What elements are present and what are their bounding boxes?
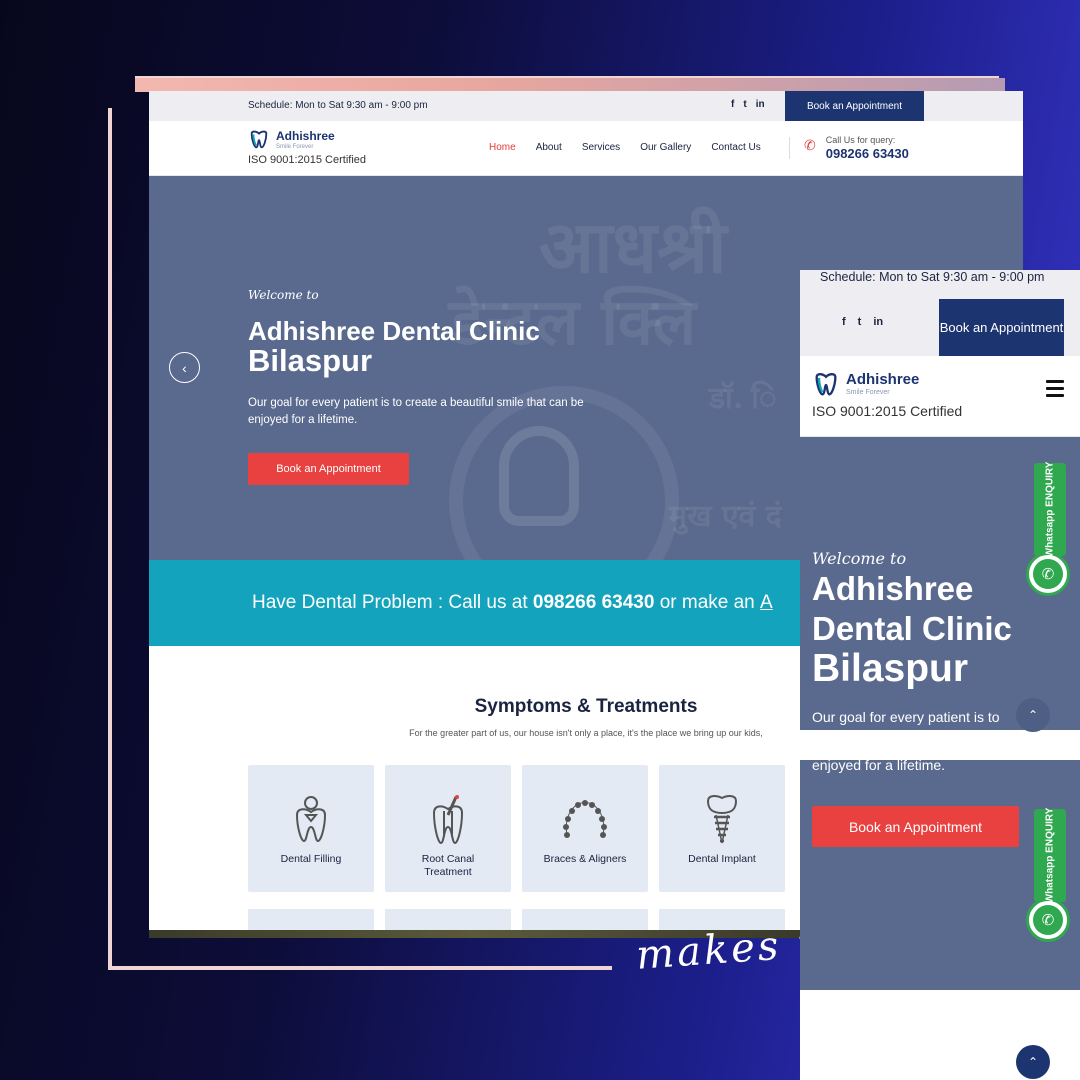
mobile-social-links: f t in xyxy=(842,316,883,328)
brand-tagline: Smile Forever xyxy=(276,144,314,150)
mobile-hero-book-appointment-button[interactable]: Book an Appointment xyxy=(812,806,1019,847)
hero-welcome: Welcome to xyxy=(248,288,319,302)
hero-title: Adhishree Dental Clinic Bilaspur xyxy=(248,316,748,376)
mobile-hero-title-line1: Adhishree Dental Clinic xyxy=(812,570,1012,647)
book-appointment-button[interactable]: Book an Appointment xyxy=(785,91,924,121)
mobile-certification-text: ISO 9001:2015 Certified xyxy=(812,403,963,419)
braces-icon xyxy=(563,800,607,838)
mobile-header: Adhishree Smile Forever ISO 9001:2015 Ce… xyxy=(800,356,1080,437)
call-phone-number[interactable]: 098266 63430 xyxy=(826,146,909,161)
schedule-text: Schedule: Mon to Sat 9:30 am - 9:00 pm xyxy=(248,100,428,111)
brand-name: Adhishree xyxy=(276,129,335,143)
mobile-screenshot-gap xyxy=(800,730,1080,760)
whatsapp-icon[interactable]: ✆ xyxy=(1026,552,1070,596)
banner-appointment-link[interactable]: A xyxy=(760,592,773,614)
nav-contact[interactable]: Contact Us xyxy=(711,142,760,153)
scroll-to-top-icon[interactable]: ⌃ xyxy=(1016,698,1050,732)
whatsapp-enquiry-tab[interactable]: Whatsapp ENQUIRY xyxy=(1034,461,1066,558)
twitter-icon[interactable]: t xyxy=(743,99,746,110)
hero-bg-tooth-icon xyxy=(499,426,579,526)
tooth-logo-icon xyxy=(250,130,268,149)
treatment-cards-row2 xyxy=(248,909,785,930)
implant-icon xyxy=(706,795,738,844)
hero-bg-signboard-text: मुख एवं दं xyxy=(669,499,782,534)
mobile-top-bar: Schedule: Mon to Sat 9:30 am - 9:00 pm f… xyxy=(800,270,1080,356)
treatment-card[interactable]: Dental Filling xyxy=(248,765,374,892)
main-nav: Home About Services Our Gallery Contact … xyxy=(489,142,761,153)
nav-divider xyxy=(789,137,790,159)
treatment-cards: Dental Filling Root Canal Treatment Brac… xyxy=(248,765,785,892)
treatment-card[interactable]: Root Canal Treatment xyxy=(385,765,511,892)
frame-line-left xyxy=(108,108,112,970)
treatment-label: Dental Filling xyxy=(280,853,342,865)
mobile-hero-title-line2: Bilaspur xyxy=(812,647,969,690)
treatment-label: Braces & Aligners xyxy=(543,853,627,865)
hero-bg-signboard-text: डॉ. ि xyxy=(709,381,777,416)
twitter-icon[interactable]: t xyxy=(858,316,862,328)
whatsapp-enquiry-tab[interactable]: Whatsapp ENQUIRY xyxy=(1034,807,1066,904)
facebook-icon[interactable]: f xyxy=(731,99,734,110)
hamburger-menu-icon[interactable] xyxy=(1046,380,1064,397)
treatment-card-partial[interactable] xyxy=(248,909,374,930)
mobile-book-appointment-button[interactable]: Book an Appointment xyxy=(939,299,1064,356)
mobile-brand-name: Adhishree xyxy=(846,371,920,388)
call-info[interactable]: ✆ Call Us for query: 098266 63430 xyxy=(804,135,909,161)
treatment-card-partial[interactable] xyxy=(659,909,785,930)
hero-title-line2: Bilaspur xyxy=(248,343,373,378)
mobile-hero-description-cont: enjoyed for a lifetime. xyxy=(812,757,946,773)
mobile-logo[interactable]: Adhishree Smile Forever xyxy=(812,371,919,399)
banner-suffix: or make an xyxy=(654,592,761,613)
nav-about[interactable]: About xyxy=(536,142,562,153)
treatment-card-partial[interactable] xyxy=(385,909,511,930)
frame-line-bottom xyxy=(108,966,612,970)
whatsapp-icon[interactable]: ✆ xyxy=(1026,898,1070,942)
treatment-label: Root Canal Treatment xyxy=(421,853,475,878)
hero-description: Our goal for every patient is to create … xyxy=(248,397,584,426)
tooth-logo-icon xyxy=(815,373,837,396)
slider-prev-arrow-icon[interactable]: ‹ xyxy=(169,352,200,383)
whatsapp-enquiry-widget[interactable]: Whatsapp ENQUIRY ✆ xyxy=(1026,461,1074,596)
mobile-hero-description: Our goal for every patient is to xyxy=(812,709,1000,725)
nav-services[interactable]: Services xyxy=(582,142,620,153)
treatment-card[interactable]: Braces & Aligners xyxy=(522,765,648,892)
dental-filling-icon xyxy=(295,796,327,843)
decorative-top-strip xyxy=(135,78,1005,92)
linkedin-icon[interactable]: in xyxy=(756,99,765,110)
whatsapp-label: Whatsapp ENQUIRY xyxy=(1044,461,1056,558)
banner-phone[interactable]: 098266 63430 xyxy=(533,592,655,614)
call-label: Call Us for query: xyxy=(825,135,896,145)
certification-text: ISO 9001:2015 Certified xyxy=(248,154,367,166)
top-bar: Schedule: Mon to Sat 9:30 am - 9:00 pm f… xyxy=(149,91,1023,121)
scroll-to-top-icon[interactable]: ⌃ xyxy=(1016,1045,1050,1079)
whatsapp-enquiry-widget[interactable]: Whatsapp ENQUIRY ✆ xyxy=(1026,807,1074,942)
nav-home[interactable]: Home xyxy=(489,142,516,153)
treatment-label: Dental Implant xyxy=(688,853,756,865)
mobile-hero-welcome: Welcome to xyxy=(812,549,907,568)
site-header: Adhishree Smile Forever ISO 9001:2015 Ce… xyxy=(149,121,1023,176)
social-links: f t in xyxy=(731,99,765,110)
mobile-schedule-text: Schedule: Mon to Sat 9:30 am - 9:00 pm xyxy=(820,270,1045,284)
mobile-brand-tagline: Smile Forever xyxy=(846,389,890,396)
nav-gallery[interactable]: Our Gallery xyxy=(640,142,691,153)
logo[interactable]: Adhishree Smile Forever xyxy=(248,129,335,151)
treatment-card-partial[interactable] xyxy=(522,909,648,930)
banner-prefix: Have Dental Problem : Call us at xyxy=(252,592,533,613)
hero-book-appointment-button[interactable]: Book an Appointment xyxy=(248,453,409,485)
root-canal-icon xyxy=(432,795,464,845)
facebook-icon[interactable]: f xyxy=(842,316,846,328)
hero-title-line1: Adhishree Dental Clinic xyxy=(248,316,540,346)
treatment-card[interactable]: Dental Implant xyxy=(659,765,785,892)
whatsapp-label: Whatsapp ENQUIRY xyxy=(1044,807,1056,904)
mobile-screenshot: Schedule: Mon to Sat 9:30 am - 9:00 pm f… xyxy=(800,270,1080,1080)
phone-icon: ✆ xyxy=(804,137,816,153)
linkedin-icon[interactable]: in xyxy=(873,316,883,328)
